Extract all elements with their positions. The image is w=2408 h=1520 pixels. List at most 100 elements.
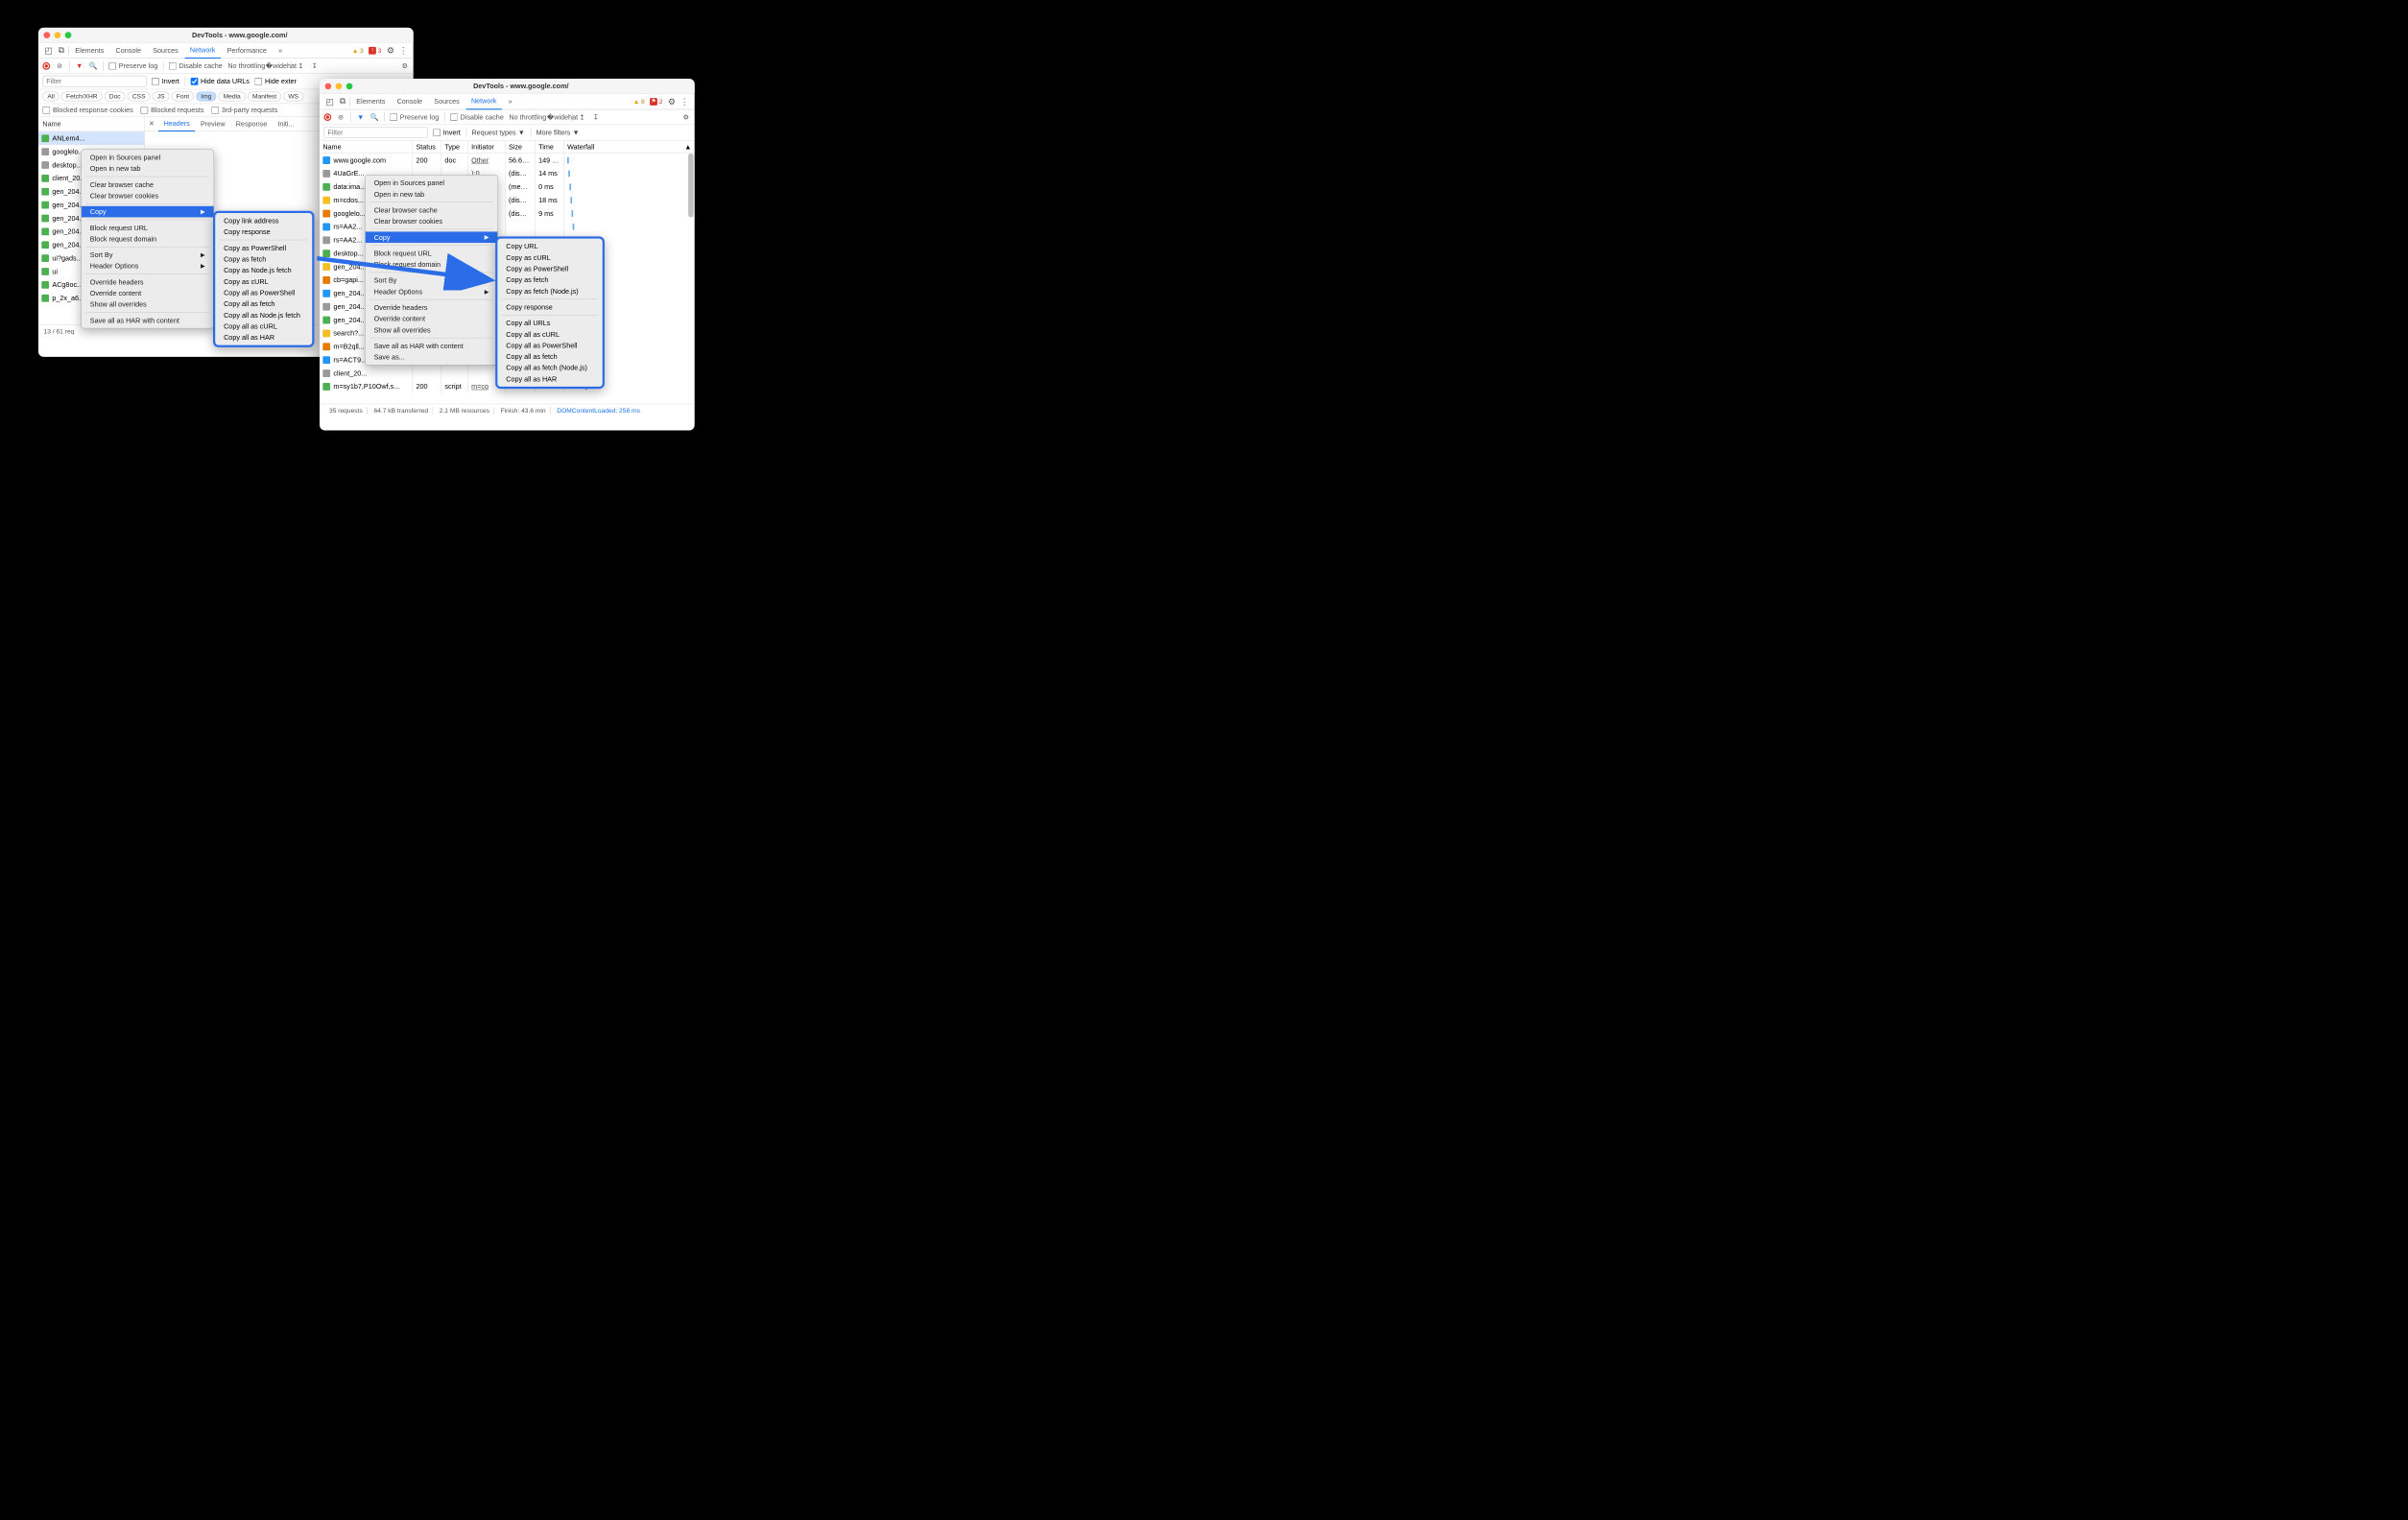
ctx-override-content[interactable]: Override content (366, 313, 498, 324)
subtab-response[interactable]: Response (230, 116, 273, 131)
ctx-override-headers[interactable]: Override headers (366, 302, 498, 314)
kebab-icon[interactable]: ⋮ (397, 44, 409, 56)
ctx-header-options[interactable]: Header Options▶ (366, 286, 498, 297)
tab-performance[interactable]: Performance (222, 42, 272, 59)
filter-icon[interactable]: ▼ (356, 112, 365, 121)
scrollbar[interactable] (688, 154, 694, 218)
copy-all-as-fetch[interactable]: Copy all as fetch (215, 298, 312, 310)
col-waterfall[interactable]: Waterfall▲ (564, 141, 695, 154)
device-toggle-icon[interactable]: ⧉ (56, 44, 67, 56)
pill-media[interactable]: Media (219, 91, 246, 101)
error-badge[interactable]: !3 (367, 47, 384, 55)
ctx-copy[interactable]: Copy▶ (82, 206, 214, 218)
copy-all-as-fetch-nodejs[interactable]: Copy all as fetch (Node.js) (497, 362, 602, 373)
blocked-cookies-checkbox[interactable]: Blocked response cookies (42, 106, 132, 113)
invert-checkbox[interactable]: Invert (433, 129, 461, 136)
copy-as-fetch[interactable]: Copy as fetch (215, 253, 312, 265)
wifi-icon[interactable]: �widehat (276, 61, 285, 70)
preserve-log-checkbox[interactable]: Preserve log (108, 61, 157, 69)
table-row[interactable]: www.google.com200docOther56.6…149 … (320, 154, 695, 167)
gear-icon[interactable]: ⚙ (400, 61, 409, 70)
inspect-icon[interactable]: ◰ (323, 96, 335, 107)
copy-as-fetch-nodejs[interactable]: Copy as fetch (Node.js) (497, 285, 602, 297)
name-column-header[interactable]: Name (38, 117, 145, 131)
close-icon[interactable] (44, 32, 51, 38)
tab-network[interactable]: Network (184, 42, 221, 59)
pill-all[interactable]: All (42, 91, 59, 101)
pill-fetchxhr[interactable]: Fetch/XHR (61, 91, 103, 101)
preserve-log-checkbox[interactable]: Preserve log (390, 113, 439, 121)
ctx-save-as[interactable]: Save as... (366, 351, 498, 363)
copy-url[interactable]: Copy URL (497, 241, 602, 252)
disable-cache-checkbox[interactable]: Disable cache (169, 61, 223, 69)
pill-js[interactable]: JS (153, 91, 170, 101)
ctx-open-newtab[interactable]: Open in new tab (82, 163, 214, 175)
ctx-block-domain[interactable]: Block request domain (82, 233, 214, 245)
blocked-requests-checkbox[interactable]: Blocked requests (141, 106, 204, 113)
ctx-save-har[interactable]: Save all as HAR with content (366, 341, 498, 352)
download-icon[interactable]: ↧ (591, 112, 600, 121)
ctx-block-domain[interactable]: Block request domain (366, 259, 498, 271)
col-time[interactable]: Time (536, 141, 564, 154)
copy-all-as-powershell[interactable]: Copy all as PowerShell (497, 340, 602, 351)
copy-all-as-fetch[interactable]: Copy all as fetch (497, 351, 602, 363)
ctx-save-har[interactable]: Save all as HAR with content (82, 315, 214, 326)
subtab-initiator[interactable]: Initi... (273, 116, 299, 131)
download-icon[interactable]: ↧ (310, 61, 319, 70)
copy-all-as-powershell[interactable]: Copy all as PowerShell (215, 287, 312, 298)
close-icon[interactable] (325, 83, 332, 89)
tabs-overflow[interactable]: » (274, 42, 288, 59)
copy-all-urls[interactable]: Copy all URLs (497, 318, 602, 329)
copy-all-as-har[interactable]: Copy all as HAR (497, 373, 602, 385)
request-row[interactable]: ANLem4... (38, 131, 144, 145)
filter-input[interactable] (323, 127, 427, 138)
col-status[interactable]: Status (413, 141, 441, 154)
hide-ext-checkbox[interactable]: Hide exter (254, 77, 296, 84)
filter-icon[interactable]: ▼ (75, 61, 83, 70)
tab-console[interactable]: Console (392, 93, 428, 109)
ctx-show-overrides[interactable]: Show all overrides (366, 324, 498, 336)
copy-as-curl[interactable]: Copy as cURL (215, 275, 312, 287)
pill-manifest[interactable]: Manifest (248, 91, 281, 101)
ctx-clear-cookies[interactable]: Clear browser cookies (366, 216, 498, 227)
device-toggle-icon[interactable]: ⧉ (337, 96, 348, 107)
filter-input[interactable] (42, 76, 146, 87)
ctx-header-options[interactable]: Header Options▶ (82, 260, 214, 272)
wifi-icon[interactable]: �widehat (559, 112, 567, 121)
ctx-sortby[interactable]: Sort By▶ (366, 274, 498, 286)
inspect-icon[interactable]: ◰ (42, 44, 54, 56)
ctx-clear-cache[interactable]: Clear browser cache (366, 204, 498, 216)
gear-icon[interactable]: ⚙ (385, 44, 396, 56)
ctx-block-url[interactable]: Block request URL (82, 222, 214, 233)
ctx-open-newtab[interactable]: Open in new tab (366, 188, 498, 200)
ctx-clear-cache[interactable]: Clear browser cache (82, 178, 214, 190)
ctx-clear-cookies[interactable]: Clear browser cookies (82, 190, 214, 202)
pill-font[interactable]: Font (172, 91, 194, 101)
copy-as-powershell[interactable]: Copy as PowerShell (215, 243, 312, 254)
pill-ws[interactable]: WS (283, 91, 303, 101)
disable-cache-checkbox[interactable]: Disable cache (450, 113, 504, 121)
copy-all-as-curl[interactable]: Copy all as cURL (215, 321, 312, 332)
ctx-show-overrides[interactable]: Show all overrides (82, 298, 214, 310)
clear-icon[interactable]: ⊘ (56, 61, 64, 70)
ctx-block-url[interactable]: Block request URL (366, 248, 498, 259)
tab-network[interactable]: Network (465, 93, 502, 109)
ctx-open-sources[interactable]: Open in Sources panel (82, 152, 214, 163)
zoom-icon[interactable] (65, 32, 72, 38)
ctx-override-headers[interactable]: Override headers (82, 276, 214, 288)
more-filters-dropdown[interactable]: More filters ▼ (536, 129, 580, 136)
ctx-open-sources[interactable]: Open in Sources panel (366, 178, 498, 189)
warning-badge[interactable]: ▲3 (349, 47, 365, 55)
copy-response[interactable]: Copy response (497, 301, 602, 313)
col-name[interactable]: Name (320, 141, 413, 154)
copy-as-nodejs-fetch[interactable]: Copy as Node.js fetch (215, 265, 312, 276)
upload-icon[interactable]: ↥ (578, 112, 586, 121)
tab-sources[interactable]: Sources (429, 93, 465, 109)
tab-sources[interactable]: Sources (148, 42, 184, 59)
subtab-preview[interactable]: Preview (195, 116, 230, 131)
record-button[interactable] (323, 113, 331, 121)
subtab-headers[interactable]: Headers (158, 116, 195, 131)
kebab-icon[interactable]: ⋮ (679, 96, 690, 107)
close-detail-icon[interactable]: × (145, 119, 158, 129)
error-badge[interactable]: ⚑2 (648, 98, 665, 106)
